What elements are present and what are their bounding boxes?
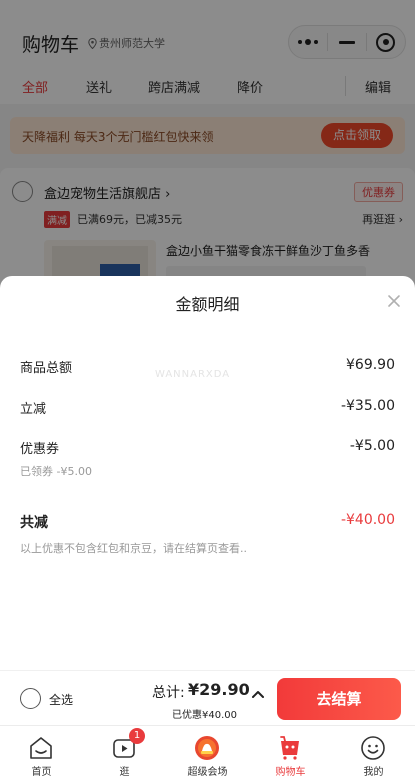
- select-all-label[interactable]: 全选: [49, 691, 73, 708]
- home-icon: [30, 737, 52, 759]
- tabbar-profile[interactable]: 我的: [332, 726, 415, 781]
- total-discount-label: 共减: [20, 515, 48, 531]
- watermark: WANNARXDA: [155, 369, 231, 380]
- saved-amount: 已优惠¥40.00: [172, 710, 237, 721]
- chevron-up-icon[interactable]: [251, 689, 265, 699]
- instant-discount-value: -¥35.00: [340, 398, 395, 414]
- instant-discount-label: 立减: [20, 402, 47, 417]
- tabbar-home[interactable]: 首页: [0, 726, 83, 781]
- tabbar-promo-venue[interactable]: 超级会场: [166, 726, 249, 781]
- sum-label: 总计:: [152, 685, 185, 701]
- tabbar-promo-venue-label: 超级会场: [187, 767, 228, 778]
- goods-total-value: ¥69.90: [346, 357, 395, 373]
- tabbar-profile-label: 我的: [363, 767, 384, 778]
- checkout-button[interactable]: 去结算: [277, 678, 401, 720]
- discount-note: 以上优惠不包含红包和京豆，请在结算页查看..: [20, 542, 247, 555]
- tabbar-home-label: 首页: [31, 767, 52, 778]
- goods-total-label: 商品总额: [20, 361, 73, 376]
- promo-venue-icon: [195, 736, 219, 760]
- close-icon[interactable]: [383, 290, 405, 312]
- coupon-value: -¥5.00: [349, 438, 395, 454]
- browse-badge: 1: [129, 728, 145, 744]
- sheet-title: 金额明细: [175, 295, 240, 314]
- cart-icon: [280, 736, 299, 760]
- tabbar-browse-label: 逛: [119, 767, 130, 778]
- profile-icon: [361, 736, 385, 760]
- tabbar-cart[interactable]: 购物车: [249, 726, 332, 781]
- checkout-bar: 全选 总计: ¥29.90 已优惠¥40.00 去结算: [0, 670, 415, 725]
- sum-value: ¥29.90: [188, 680, 250, 699]
- bottom-tab-bar: 首页 1 逛 超级会场 购物车 我的: [0, 725, 415, 781]
- select-all-radio[interactable]: [20, 688, 41, 709]
- tabbar-cart-label: 购物车: [275, 767, 306, 778]
- coupon-claimed-note: 已领券 -¥5.00: [20, 465, 92, 478]
- total-discount-value: -¥40.00: [340, 512, 395, 528]
- tabbar-browse[interactable]: 1 逛: [83, 726, 166, 781]
- coupon-label: 优惠券: [20, 442, 60, 457]
